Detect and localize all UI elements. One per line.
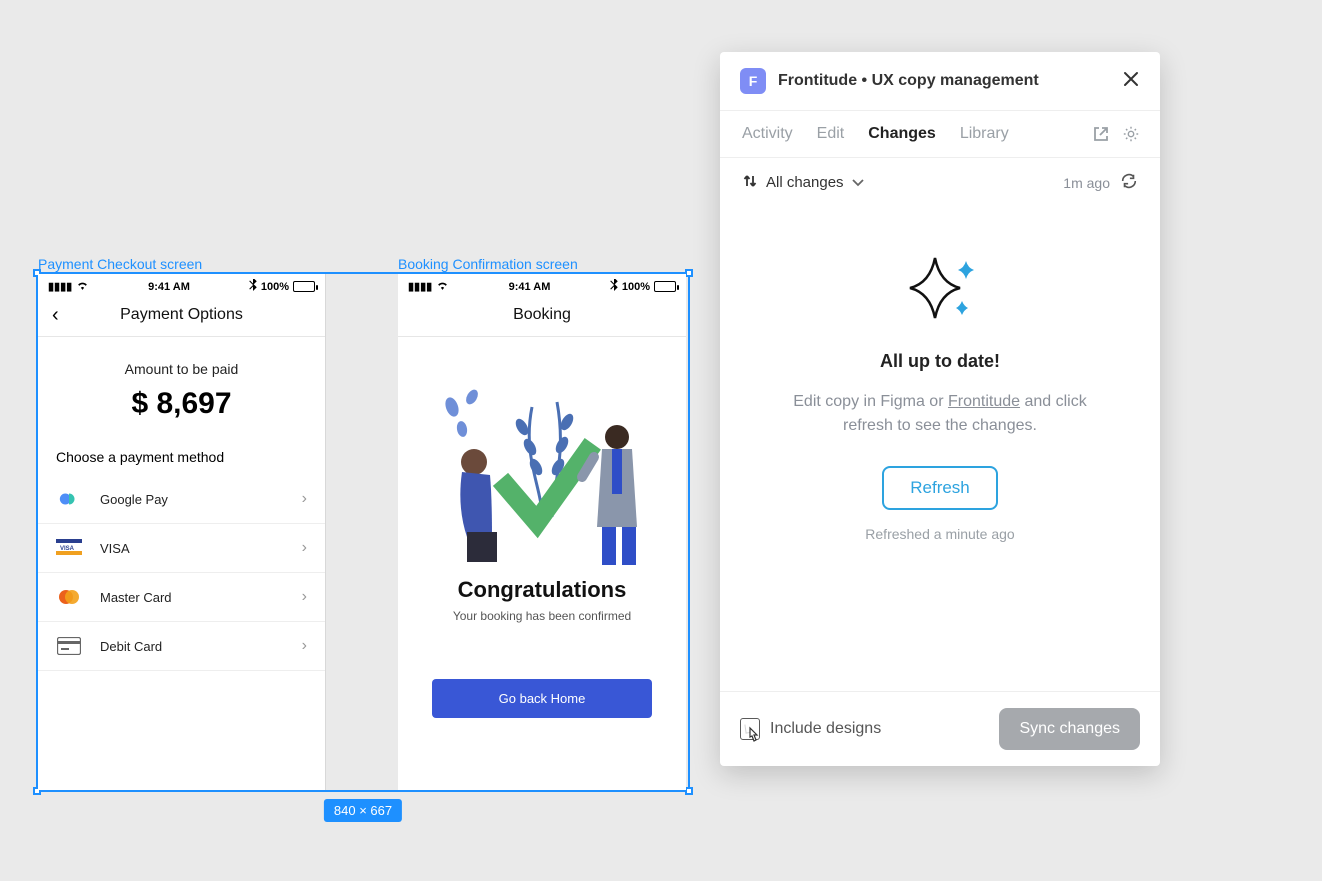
payment-method-label: Master Card	[100, 590, 172, 605]
booking-illustration	[412, 367, 672, 567]
changes-filter-dropdown[interactable]: All changes	[742, 173, 864, 193]
go-back-home-button[interactable]: Go back Home	[432, 679, 652, 718]
gear-icon[interactable]	[1122, 125, 1140, 148]
refresh-icon[interactable]	[1120, 172, 1138, 193]
payment-method-label: Google Pay	[100, 492, 168, 507]
payment-method-debitcard[interactable]: Debit Card ›	[38, 622, 325, 671]
plugin-header: F Frontitude • UX copy management	[720, 52, 1160, 111]
last-sync-time: 1m ago	[1063, 175, 1110, 191]
booking-message: Congratulations Your booking has been co…	[398, 577, 686, 623]
debit-card-icon	[56, 636, 82, 656]
chevron-right-icon: ›	[302, 637, 307, 655]
tab-edit[interactable]: Edit	[817, 125, 845, 143]
external-link-icon[interactable]	[1092, 125, 1110, 148]
battery-percent: 100%	[622, 281, 650, 293]
chevron-down-icon	[852, 174, 864, 191]
battery-icon	[654, 281, 676, 292]
amount-block: Amount to be paid $ 8,697	[38, 337, 325, 429]
frame-booking-confirmation[interactable]: ▮▮▮▮ 9:41 AM 100% Booking	[398, 274, 686, 790]
signal-bars-icon: ▮▮▮▮	[48, 280, 72, 293]
visa-icon: VISA	[56, 538, 82, 558]
nav-bar: Booking	[398, 296, 686, 337]
nav-title: Booking	[513, 306, 571, 324]
frontitude-plugin-panel: F Frontitude • UX copy management Activi…	[720, 52, 1160, 766]
selection-handle-tr[interactable]	[685, 269, 693, 277]
battery-percent: 100%	[261, 281, 289, 293]
empty-state-body: Edit copy in Figma or Frontitude and cli…	[770, 390, 1110, 438]
amount-label: Amount to be paid	[38, 361, 325, 377]
include-designs-checkbox[interactable]: Include designs	[740, 718, 881, 740]
status-bar-time: 9:41 AM	[148, 281, 190, 293]
googlepay-icon	[56, 489, 82, 509]
empty-state: All up to date! Edit copy in Figma or Fr…	[720, 207, 1160, 691]
signal-bars-icon: ▮▮▮▮	[408, 280, 432, 293]
payment-method-label: Debit Card	[100, 639, 162, 654]
back-icon[interactable]: ‹	[52, 304, 59, 327]
plugin-tabs: Activity Edit Changes Library	[720, 111, 1160, 158]
filter-bar: All changes 1m ago	[720, 158, 1160, 207]
plugin-logo-icon: F	[740, 68, 766, 94]
status-bar-time: 9:41 AM	[509, 281, 551, 293]
booking-headline: Congratulations	[418, 577, 666, 603]
include-designs-label: Include designs	[770, 720, 881, 738]
chevron-right-icon: ›	[302, 588, 307, 606]
selection-handle-br[interactable]	[685, 787, 693, 795]
wifi-icon	[76, 280, 89, 293]
payment-method-mastercard[interactable]: Master Card ›	[38, 573, 325, 622]
frontitude-link[interactable]: Frontitude	[948, 393, 1020, 410]
mastercard-icon	[56, 587, 82, 607]
payment-method-visa[interactable]: VISA VISA ›	[38, 524, 325, 573]
booking-subline: Your booking has been confirmed	[418, 609, 666, 623]
bluetooth-icon	[249, 279, 257, 294]
close-icon[interactable]	[1122, 70, 1140, 93]
payment-method-googlepay[interactable]: Google Pay ›	[38, 475, 325, 524]
plugin-title: Frontitude • UX copy management	[778, 72, 1039, 90]
frame-label-payment[interactable]: Payment Checkout screen	[38, 256, 202, 272]
tab-library[interactable]: Library	[960, 125, 1009, 143]
tab-activity[interactable]: Activity	[742, 125, 793, 143]
status-bar: ▮▮▮▮ 9:41 AM 100%	[398, 274, 686, 296]
frame-payment-checkout[interactable]: ▮▮▮▮ 9:41 AM 100% ‹ Payment Options Amou…	[38, 274, 326, 790]
frame-label-booking[interactable]: Booking Confirmation screen	[398, 256, 578, 272]
section-label: Choose a payment method	[38, 429, 325, 475]
nav-title: Payment Options	[120, 306, 243, 324]
payment-method-label: VISA	[100, 541, 130, 556]
nav-bar: ‹ Payment Options	[38, 296, 325, 337]
status-bar: ▮▮▮▮ 9:41 AM 100%	[38, 274, 325, 296]
tab-changes[interactable]: Changes	[868, 125, 936, 143]
battery-icon	[293, 281, 315, 292]
plugin-footer: Include designs Sync changes	[720, 691, 1160, 766]
svg-text:VISA: VISA	[60, 546, 75, 552]
sync-changes-button[interactable]: Sync changes	[999, 708, 1140, 750]
sort-icon	[742, 173, 758, 193]
filter-label: All changes	[766, 174, 844, 191]
bluetooth-icon	[610, 279, 618, 294]
amount-value: $ 8,697	[38, 387, 325, 421]
selection-dimensions-badge: 840 × 667	[324, 799, 402, 822]
sparkle-icon	[900, 253, 980, 323]
checkbox-icon	[740, 718, 760, 740]
wifi-icon	[436, 280, 449, 293]
refreshed-ago-text: Refreshed a minute ago	[865, 526, 1014, 542]
chevron-right-icon: ›	[302, 490, 307, 508]
refresh-button[interactable]: Refresh	[882, 466, 998, 510]
chevron-right-icon: ›	[302, 539, 307, 557]
empty-state-heading: All up to date!	[880, 351, 1000, 372]
